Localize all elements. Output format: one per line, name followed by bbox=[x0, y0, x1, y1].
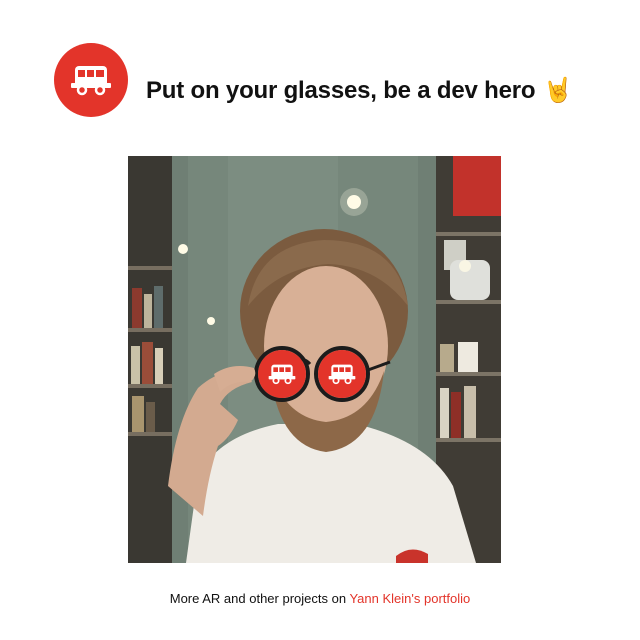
footer-text: More AR and other projects on bbox=[169, 591, 347, 606]
pinching-fingers bbox=[214, 366, 256, 392]
title-text: Put on your glasses, be a dev hero bbox=[146, 77, 536, 104]
portfolio-link[interactable]: Yann Klein's portfolio bbox=[349, 591, 470, 606]
footer: More AR and other projects on Yann Klein… bbox=[0, 591, 640, 606]
ar-camera-view bbox=[128, 156, 501, 563]
bus-icon bbox=[71, 66, 111, 96]
brand-logo bbox=[54, 43, 128, 117]
page-title: Put on your glasses, be a dev hero 🤘 bbox=[146, 76, 573, 105]
rock-hand-emoji: 🤘 bbox=[543, 77, 574, 104]
